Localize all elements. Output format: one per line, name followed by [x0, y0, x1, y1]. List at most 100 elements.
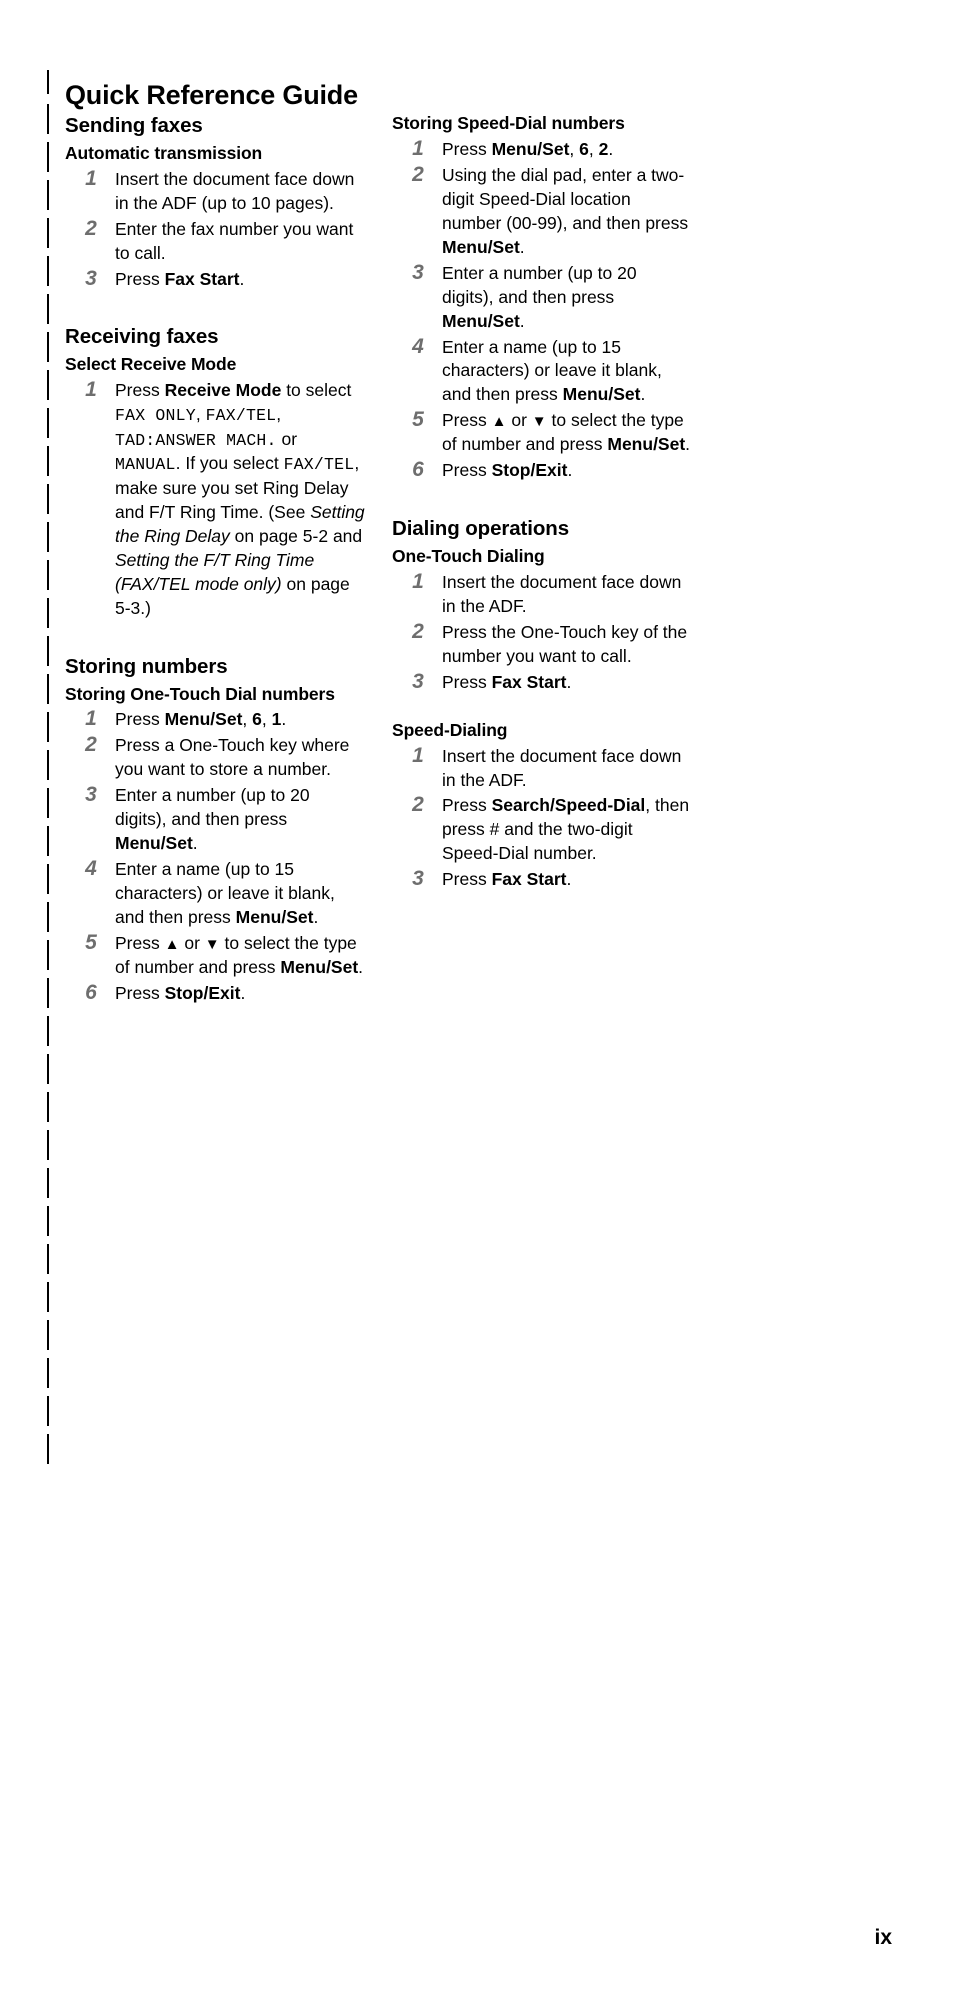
lcd-mode-manual: MANUAL	[115, 455, 176, 475]
xref-page-ring-delay: 5-2	[302, 525, 329, 546]
step-text: Press Fax Start.	[115, 268, 245, 289]
step-number: 3	[85, 783, 97, 807]
button-ref-menu-set: Menu/Set	[607, 434, 686, 455]
steps-speed-dialing: 1 Insert the document face down in the A…	[392, 743, 692, 893]
step-number: 4	[412, 334, 424, 358]
button-ref-menu-set: Menu/Set	[442, 310, 520, 331]
list-item: 1 Insert the document face down in the A…	[392, 569, 692, 619]
list-item: 4 Enter a name (up to 15 characters) or …	[65, 857, 365, 930]
step-number: 2	[412, 619, 424, 643]
down-triangle-icon: ▼	[531, 413, 547, 431]
step-text: Press Fax Start.	[442, 869, 572, 890]
step-text: Press Stop/Exit.	[115, 982, 246, 1003]
revision-change-bars	[47, 64, 50, 1479]
lcd-mode-fax-tel-2: FAX/TEL	[283, 455, 355, 475]
list-item: 3 Enter a number (up to 20 digits), and …	[392, 260, 692, 334]
step-text: Enter a name (up to 15 characters) or le…	[115, 859, 335, 928]
button-ref-fax-start: Fax Start	[164, 268, 240, 289]
steps-one-touch-dialing: 1 Insert the document face down in the A…	[392, 569, 692, 695]
list-item: 1 Press Menu/Set, 6, 1.	[65, 707, 365, 732]
step-number: 3	[85, 266, 97, 290]
section-heading-dialing-operations: Dialing operations	[392, 517, 570, 541]
document-page: Quick Reference Guide Sending faxes Auto…	[0, 0, 954, 2006]
step-number: 2	[412, 162, 424, 186]
step-text: Press ▲ or ▼ to select the type of numbe…	[442, 410, 691, 455]
steps-storing-one-touch: 1 Press Menu/Set, 6, 1. 2 Press a One-To…	[65, 707, 365, 1006]
list-item: 2 Press a One-Touch key where you want t…	[65, 733, 365, 782]
subheading-one-touch-dialing: One-Touch Dialing	[392, 546, 545, 567]
step-number: 2	[85, 216, 97, 240]
step-text: Enter a number (up to 20 digits), and th…	[442, 262, 637, 331]
list-item: 3 Enter a number (up to 20 digits), and …	[65, 783, 365, 856]
step-number: 1	[412, 743, 424, 767]
subheading-storing-one-touch: Storing One-Touch Dial numbers	[65, 683, 335, 704]
list-item: 1 Insert the document face down in the A…	[65, 166, 365, 216]
step-number: 2	[412, 793, 424, 817]
button-ref-menu-set: Menu/Set	[280, 956, 359, 977]
step-text: Press the One-Touch key of the number yo…	[442, 621, 688, 666]
button-ref-menu-set: Menu/Set	[491, 138, 570, 159]
list-item: 6 Press Stop/Exit.	[392, 458, 692, 483]
list-item: 2 Press the One-Touch key of the number …	[392, 619, 692, 669]
list-item: 3 Press Fax Start.	[65, 266, 365, 292]
step-number: 6	[412, 458, 424, 482]
button-ref-fax-start: Fax Start	[491, 671, 567, 692]
button-ref-receive-mode: Receive Mode	[164, 380, 282, 401]
button-ref-stop-exit: Stop/Exit	[491, 460, 568, 481]
steps-select-receive-mode: 1 Press Receive Mode to select FAX ONLY,…	[65, 378, 365, 621]
step-text: Enter a number (up to 20 digits), and th…	[115, 785, 310, 854]
list-item: 2 Press Search/Speed-Dial, then press # …	[392, 793, 692, 866]
step-text: Insert the document face down in the ADF…	[442, 571, 682, 616]
button-ref-fax-start: Fax Start	[491, 869, 567, 890]
left-column: Sending faxes Automatic transmission 1 I…	[65, 112, 365, 1008]
step-text: Press Search/Speed-Dial, then press # an…	[442, 795, 690, 864]
section-heading-receiving-faxes: Receiving faxes	[65, 325, 219, 349]
step-text: Press Fax Start.	[442, 671, 572, 692]
list-item: 1 Insert the document face down in the A…	[392, 743, 692, 793]
step-text: Press Receive Mode to select FAX ONLY, F…	[115, 380, 365, 618]
list-item: 3 Press Fax Start.	[392, 867, 692, 892]
list-item: 3 Press Fax Start.	[392, 669, 692, 695]
xref-title-ft-ring-time: Setting the F/T Ring Time (FAX/TEL mode …	[115, 549, 315, 594]
list-item: 5 Press ▲ or ▼ to select the type of num…	[65, 931, 365, 980]
step-number: 1	[412, 136, 424, 160]
steps-automatic-transmission: 1 Insert the document face down in the A…	[65, 166, 365, 292]
step-number: 2	[85, 733, 97, 757]
button-ref-menu-set: Menu/Set	[164, 709, 243, 730]
list-item: 6 Press Stop/Exit.	[65, 980, 365, 1006]
button-ref-menu-set: Menu/Set	[235, 907, 314, 928]
step-number: 6	[85, 980, 97, 1004]
steps-storing-speed-dial: 1 Press Menu/Set, 6, 2. 2 Using the dial…	[392, 136, 692, 484]
button-ref-stop-exit: Stop/Exit	[164, 982, 241, 1003]
step-text: Press ▲ or ▼ to select the type of numbe…	[115, 933, 364, 977]
lcd-mode-tad: TAD:ANSWER MACH.	[115, 430, 277, 450]
list-item: 2 Using the dial pad, enter a two-digit …	[392, 162, 692, 260]
button-ref-menu-set: Menu/Set	[442, 236, 520, 257]
step-text: Press Stop/Exit.	[442, 460, 573, 481]
step-text: Using the dial pad, enter a two-digit Sp…	[442, 164, 689, 257]
button-ref-menu-set: Menu/Set	[115, 833, 193, 854]
step-text: Insert the document face down in the ADF…	[442, 745, 682, 790]
step-number: 1	[85, 166, 97, 190]
lcd-mode-fax-only: FAX ONLY	[115, 406, 196, 426]
list-item: 4 Enter a name (up to 15 characters) or …	[392, 334, 692, 408]
page-number: ix	[874, 1926, 892, 1949]
list-item: 5 Press ▲ or ▼ to select the type of num…	[392, 408, 692, 457]
step-number: 3	[412, 669, 424, 693]
step-text: Enter the fax number you want to call.	[115, 218, 354, 263]
section-heading-sending-faxes: Sending faxes	[65, 114, 203, 137]
step-text: Enter a name (up to 15 characters) or le…	[442, 336, 662, 405]
list-item: 1 Press Menu/Set, 6, 2.	[392, 136, 692, 162]
page-title: Quick Reference Guide	[65, 80, 358, 111]
subheading-select-receive-mode: Select Receive Mode	[65, 354, 237, 375]
step-text: Press a One-Touch key where you want to …	[115, 735, 350, 780]
subheading-speed-dialing: Speed-Dialing	[392, 719, 508, 740]
step-number: 1	[412, 569, 424, 593]
xref-title-ring-delay: Setting the Ring Delay	[115, 501, 365, 546]
up-triangle-icon: ▲	[164, 936, 180, 953]
step-number: 3	[412, 260, 424, 284]
down-triangle-icon: ▼	[204, 936, 220, 953]
